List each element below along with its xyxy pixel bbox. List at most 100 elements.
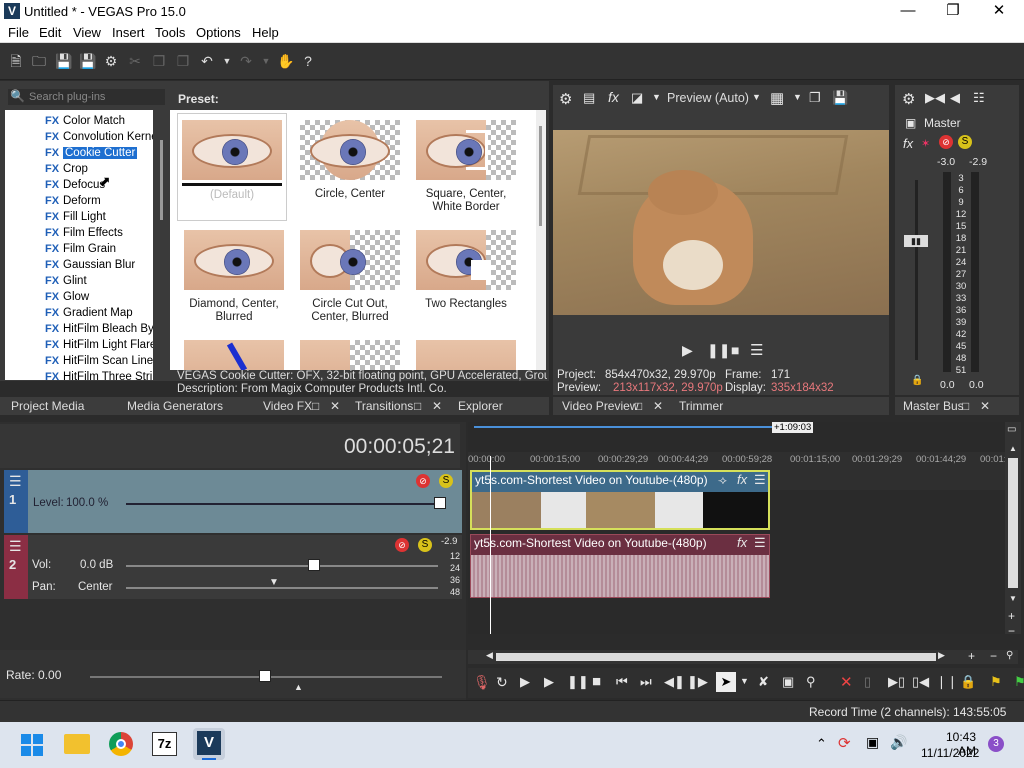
clip-fx-icon[interactable]: fx	[737, 472, 747, 487]
normal-edit-tool-icon[interactable]: ➤	[716, 672, 736, 692]
tab-trimmer[interactable]: Trimmer	[679, 399, 723, 413]
trim-icon[interactable]: ▯	[864, 674, 871, 690]
menu-view[interactable]: View	[73, 25, 101, 40]
mixer-faders-icon[interactable]: ☷	[973, 90, 985, 106]
plugin-item[interactable]: FX HitFilm Three Strip	[45, 369, 153, 380]
tab-media-generators[interactable]: Media Generators	[127, 399, 223, 413]
timeline-vertical-scrollbar[interactable]: ▭ ▲ ▼ + −	[1005, 422, 1021, 638]
render-icon[interactable]: 💾	[79, 53, 96, 69]
plugin-search-box[interactable]: 🔍 Search plug-ins	[8, 89, 165, 105]
next-frame-icon[interactable]: ❚▶	[687, 674, 708, 690]
properties-gear-icon[interactable]: ⚙	[103, 53, 119, 69]
plugin-item[interactable]: FX HitFilm Light Flares	[45, 337, 153, 353]
scroll-down-icon[interactable]: ▼	[1009, 594, 1017, 603]
scroll-left-icon[interactable]: ◀	[486, 650, 493, 661]
file-explorer-icon[interactable]	[64, 734, 90, 754]
scroll-right-icon[interactable]: ▶	[938, 650, 945, 661]
zoom-tool-icon[interactable]: ⚲	[1006, 650, 1013, 661]
zoom-out-time-icon[interactable]: −	[990, 649, 997, 663]
minimize-icon[interactable]: —	[885, 0, 931, 23]
seven-zip-icon[interactable]: 7z	[152, 732, 177, 756]
audio-clip[interactable]: yt5s.com-Shortest Video on Youtube-(480p…	[470, 534, 770, 598]
plugin-item[interactable]: FX Crop	[45, 161, 88, 177]
level-slider-track[interactable]	[126, 503, 446, 505]
downmix-icon[interactable]: ▶◀	[925, 90, 945, 106]
solo-icon[interactable]: S	[439, 474, 453, 488]
split-dropdown-icon[interactable]: ▼	[652, 92, 661, 102]
search-input[interactable]: Search plug-ins	[29, 91, 105, 103]
stop-icon[interactable]: ■	[731, 342, 739, 358]
insert-marker-icon[interactable]: ⚑	[990, 674, 1002, 690]
loop-region-bar[interactable]	[474, 426, 774, 428]
mute-icon[interactable]: ⊘	[939, 135, 953, 149]
tab-close-icon[interactable]: ✕	[330, 399, 340, 413]
go-to-end-icon[interactable]: ⏭	[640, 674, 652, 690]
previous-frame-icon[interactable]: ◀❚	[664, 674, 685, 690]
track-list-menu-icon[interactable]: ▭	[1007, 424, 1016, 435]
insert-region-icon[interactable]: ⚑	[1014, 674, 1024, 690]
trim-start-icon[interactable]: ▶▯	[888, 674, 905, 690]
tab-project-media[interactable]: Project Media	[11, 399, 84, 413]
plugin-item[interactable]: FX HitFilm Scan Lines	[45, 353, 153, 369]
open-folder-icon[interactable]: 🗀	[31, 53, 47, 69]
maximize-icon[interactable]: ❐	[930, 0, 976, 23]
plugin-item[interactable]: FX Fill Light	[45, 209, 106, 225]
plugin-item[interactable]: FX Gradient Map	[45, 305, 133, 321]
undo-icon[interactable]: ↶	[199, 53, 215, 69]
plugin-item[interactable]: FX Glint	[45, 273, 87, 289]
zoom-out-vertical-icon[interactable]: −	[1008, 624, 1015, 638]
master-fx-chain-icon[interactable]: ✶	[921, 137, 930, 150]
menu-insert[interactable]: Insert	[112, 25, 145, 40]
loop-playback-icon[interactable]: ↻	[496, 674, 508, 691]
tab-master-bus[interactable]: Master Bus	[903, 399, 964, 413]
save-icon[interactable]: 💾	[55, 53, 72, 69]
menu-help[interactable]: Help	[252, 25, 279, 40]
preview-device-icon[interactable]: ▤	[583, 90, 595, 106]
update-status-icon[interactable]: ⟳	[838, 734, 851, 752]
video-clip[interactable]: yt5s.com-Shortest Video on Youtube-(480p…	[470, 470, 770, 530]
menu-file[interactable]: File	[8, 25, 29, 40]
snapping-icon[interactable]: ✋	[277, 53, 294, 69]
plugin-item[interactable]: FX Deform	[45, 193, 101, 209]
network-icon[interactable]: ▣	[866, 734, 879, 751]
show-hidden-icons-icon[interactable]: ⌃	[816, 736, 827, 752]
menu-tools[interactable]: Tools	[155, 25, 185, 40]
preview-menu-icon[interactable]: ☰	[750, 341, 763, 359]
lock-icon[interactable]: 🔒	[960, 674, 976, 690]
split-icon[interactable]: ❘❘	[936, 674, 958, 690]
master-fx-icon[interactable]: fx	[903, 136, 913, 151]
clip-fx-icon[interactable]: fx	[737, 535, 747, 550]
redo-icon[interactable]: ↷	[238, 53, 254, 69]
overlays-grid-icon[interactable]: ▦	[770, 89, 784, 107]
plugin-item[interactable]: FX Defocus	[45, 177, 105, 193]
envelope-tool-icon[interactable]: ✘	[758, 674, 769, 690]
zoom-edit-tool-icon[interactable]: ⚲	[806, 674, 816, 690]
plugin-item[interactable]: FX Gaussian Blur	[45, 257, 135, 273]
preset-thumbnail-row3[interactable]	[411, 340, 521, 370]
mute-icon[interactable]: ⊘	[395, 538, 409, 552]
edit-tool-dropdown-icon[interactable]: ▼	[740, 676, 749, 686]
copy-icon[interactable]: ❐	[151, 53, 167, 69]
preset-square-center[interactable]: Square, Center, White Border	[411, 120, 521, 220]
pause-icon[interactable]: ❚❚	[567, 674, 589, 690]
zoom-in-vertical-icon[interactable]: +	[1008, 609, 1015, 623]
overlays-dropdown-icon[interactable]: ▼	[793, 92, 802, 102]
preview-settings-gear-icon[interactable]: ⚙	[559, 90, 572, 108]
windows-start-icon[interactable]	[21, 734, 43, 756]
new-file-icon[interactable]: 🗎	[8, 53, 24, 69]
preset-circle-cut-out[interactable]: Circle Cut Out, Center, Blurred	[295, 230, 405, 330]
clip-menu-icon[interactable]: ☰	[754, 472, 766, 488]
preview-quality-dropdown-icon[interactable]: ▼	[752, 92, 761, 102]
paste-icon[interactable]: ❐	[175, 53, 191, 69]
preset-two-rectangles[interactable]: Two Rectangles	[411, 230, 521, 330]
playhead-cursor[interactable]	[490, 456, 491, 634]
cut-icon[interactable]: ✂	[127, 53, 143, 69]
play-icon[interactable]: ▶	[682, 342, 693, 359]
tab-close-icon[interactable]: ✕	[980, 399, 990, 413]
close-icon[interactable]: ✕	[976, 0, 1022, 23]
plugin-item-selected[interactable]: FX Cookie Cutter	[45, 145, 138, 161]
master-fader-handle[interactable]: ▮▮	[904, 235, 928, 247]
mixer-settings-gear-icon[interactable]: ⚙	[902, 90, 915, 108]
clock-date[interactable]: 11/11/2022	[921, 746, 979, 760]
tab-close-icon[interactable]: ✕	[432, 399, 442, 413]
